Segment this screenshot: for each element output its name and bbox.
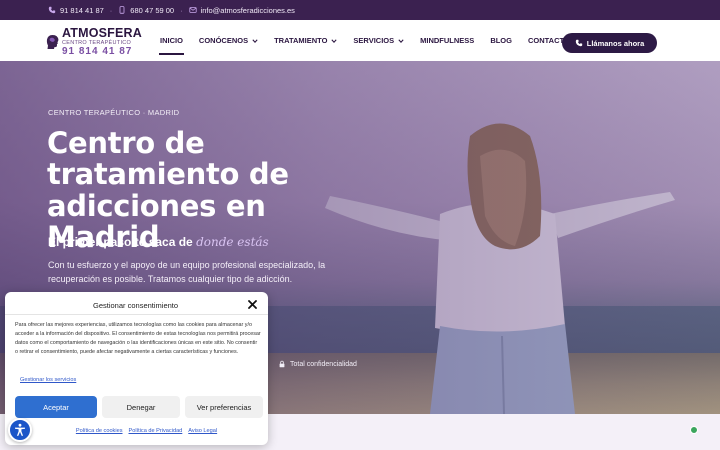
status-dot-icon [690,426,698,434]
site-logo[interactable]: ATMOSFERA CENTRO TERAPÉUTICO 91 814 41 8… [46,27,142,57]
hero-eyebrow: CENTRO TERAPÉUTICO · MADRID [48,108,180,117]
email-contact[interactable]: info@atmosferadicciones.es [188,5,295,15]
lock-icon [279,360,285,368]
confidentiality-text: Total confidencialidad [290,360,357,368]
tagline-emphasis: donde estás [196,235,269,249]
chevron-down-icon [398,38,404,43]
cookie-policy-link[interactable]: Política de cookies [76,428,123,434]
cookie-consent-dialog: Gestionar consentimiento Para ofrecer la… [5,292,268,445]
separator: · [109,5,113,15]
mobile-icon [119,6,125,14]
call-now-label: Llámanos ahora [586,38,645,48]
menu-item-servicios[interactable]: SERVICIOS [345,20,412,61]
manage-services-link[interactable]: Gestionar los servicios [20,377,76,383]
hero-description: Con tu esfuerzo y el apoyo de un equipo … [48,260,326,284]
chevron-down-icon [331,38,338,43]
cookie-dialog-body: Para ofrecer las mejores experiencias, u… [15,322,261,355]
deny-button[interactable]: Denegar [102,396,180,418]
phone-2-text: 680 47 59 00 [130,5,175,15]
top-contact-bar: 91 814 41 87 · 680 47 59 00 · info@atmos… [0,0,720,20]
menu-item-inicio[interactable]: INICIO [152,20,191,61]
phone-icon [575,39,582,47]
menu-item-blog[interactable]: BLOG [482,20,520,61]
accept-button[interactable]: Aceptar [15,396,97,418]
menu-item-label: SERVICIOS [353,36,395,45]
logo-text: ATMOSFERA CENTRO TERAPÉUTICO 91 814 41 8… [62,27,142,57]
menu-item-mindfulness[interactable]: MINDFULNESS [412,20,482,61]
phone-contact-1[interactable]: 91 814 41 87 [48,6,104,15]
menu-item-label: MINDFULNESS [420,36,475,45]
confidentiality-note: Total confidencialidad [278,360,357,368]
menu-item-label: TRATAMIENTO [274,36,328,45]
email-text: info@atmosferadicciones.es [200,5,295,15]
head-profile-icon [46,35,59,49]
accessibility-button[interactable] [8,418,32,442]
separator: · [180,5,183,15]
cookie-dialog-title: Gestionar consentimiento [93,301,179,310]
menu-item-label: CONÓCENOS [198,36,249,45]
accessibility-icon [15,423,25,436]
menu-item-label: BLOG [490,36,512,45]
cookie-policy-links: Política de cookies Política de Privacid… [5,428,268,434]
phone-icon [48,6,56,14]
main-menu: INICIO CONÓCENOS TRATAMIENTO SERVICIOS M… [152,20,578,61]
menu-item-tratamiento[interactable]: TRATAMIENTO [266,20,345,61]
view-preferences-button[interactable]: Ver preferencias [185,396,263,418]
close-icon[interactable] [247,299,258,310]
legal-notice-link[interactable]: Aviso Legal [188,428,217,434]
chevron-down-icon [252,38,258,43]
menu-item-label: INICIO [160,36,183,45]
phone-contact-2[interactable]: 680 47 59 00 [118,6,174,15]
envelope-icon [188,7,197,13]
logo-phone: 91 814 41 87 [61,46,133,57]
tagline-plain: El primer paso te saca de [48,235,197,249]
menu-item-conocenos[interactable]: CONÓCENOS [191,20,266,61]
hero-tagline: El primer paso te saca de donde estás [48,235,269,249]
phone-1-text: 91 814 41 87 [60,5,104,15]
divider [5,314,268,315]
logo-name: ATMOSFERA [61,26,142,40]
call-now-button[interactable]: Llámanos ahora [562,33,657,53]
privacy-policy-link[interactable]: Política de Privacidad [129,428,183,434]
